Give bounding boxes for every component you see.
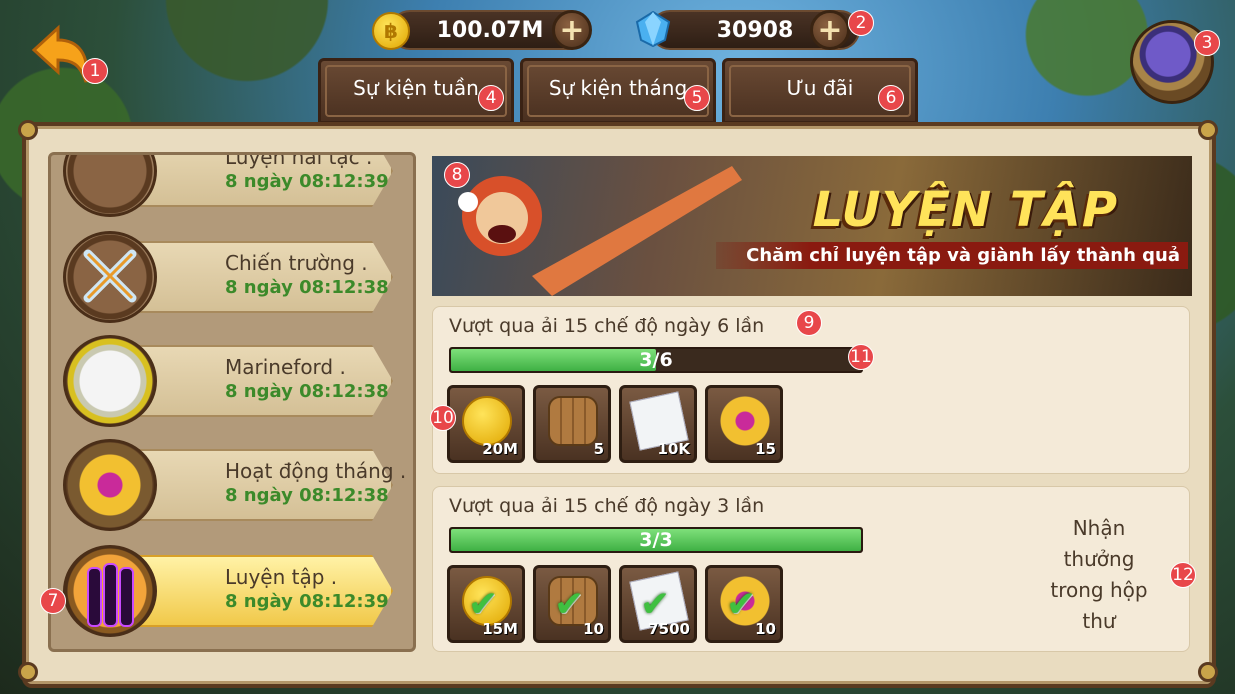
tab-offers-label: Ưu đãi — [786, 76, 854, 100]
event-time: 8 ngày 08:12:38 — [225, 277, 389, 298]
crossed-swords-icon — [63, 231, 157, 323]
reward-slot[interactable]: 5 — [533, 385, 611, 463]
reward-qty: 15 — [755, 440, 776, 458]
claimed-status-text: Nhận thưởng trong hộp thư — [1050, 516, 1148, 633]
crest-badge-icon — [720, 396, 770, 446]
event-time: 8 ngày 08:12:39 — [225, 171, 389, 192]
badge-8: 8 — [444, 162, 470, 188]
list-item-monthly-activity[interactable]: Hoạt động tháng . 8 ngày 08:12:38 — [61, 439, 407, 531]
event-name: Luyện hải tặc . — [225, 152, 373, 169]
reward-qty: 7500 — [648, 620, 690, 638]
event-time: 8 ngày 08:12:38 — [225, 485, 389, 506]
check-icon: ✔ — [726, 584, 757, 625]
event-time: 8 ngày 08:12:38 — [225, 381, 389, 402]
quest-progress-bar: 3/6 — [449, 347, 863, 373]
reward-qty: 10K — [657, 440, 691, 458]
badge-12: 12 — [1170, 562, 1196, 588]
badge-6: 6 — [878, 85, 904, 111]
list-item-pirate-training[interactable]: Luyện hải tặc . 8 ngày 08:12:39 — [61, 152, 407, 217]
tab-weekly-label: Sự kiện tuần — [353, 76, 479, 100]
barrel-icon — [548, 396, 598, 446]
list-item-marineford[interactable]: Marineford . 8 ngày 08:12:38 — [61, 335, 407, 427]
reward-qty: 20M — [482, 440, 518, 458]
badge-3: 3 — [1194, 30, 1220, 56]
check-icon: ✔ — [468, 584, 499, 625]
add-gems-button[interactable]: + — [810, 10, 850, 50]
gold-coin-icon — [462, 396, 512, 446]
list-item-training[interactable]: Luyện tập . 8 ngày 08:12:39 — [61, 545, 407, 637]
add-gold-button[interactable]: + — [552, 10, 592, 50]
reward-qty: 15M — [482, 620, 518, 638]
event-name: Hoạt động tháng . — [225, 459, 407, 483]
event-name: Marineford . — [225, 355, 346, 379]
progress-text: 3/3 — [639, 529, 673, 551]
reward-slot: ✔ 10 — [705, 565, 783, 643]
event-name: Chiến trường . — [225, 251, 368, 275]
frame-corner — [18, 662, 38, 682]
badge-11: 11 — [848, 344, 874, 370]
reward-slot[interactable]: 10K — [619, 385, 697, 463]
reward-slot: ✔ 7500 — [619, 565, 697, 643]
banner-title: LUYỆN TẬP — [812, 182, 1118, 238]
badge-5: 5 — [684, 85, 710, 111]
gold-coin-icon: ฿ — [372, 12, 410, 50]
quest-card-2: Vượt qua ải 15 chế độ ngày 3 lần 3/3 ✔ 1… — [432, 486, 1190, 652]
event-name: Luyện tập . — [225, 565, 338, 589]
reward-qty: 10 — [755, 620, 776, 638]
list-item-battlefield[interactable]: Chiến trường . 8 ngày 08:12:38 — [61, 231, 407, 323]
reward-qty: 10 — [583, 620, 604, 638]
quest-title: Vượt qua ải 15 chế độ ngày 3 lần — [449, 495, 765, 517]
progress-text: 3/6 — [639, 349, 673, 371]
banner-subtitle: Chăm chỉ luyện tập và giành lấy thành qu… — [716, 242, 1188, 269]
badge-4: 4 — [478, 85, 504, 111]
badge-7: 7 — [40, 588, 66, 614]
reward-slot: ✔ 10 — [533, 565, 611, 643]
badge-10: 10 — [430, 405, 456, 431]
reward-slot[interactable]: 15 — [705, 385, 783, 463]
frame-corner — [1198, 120, 1218, 140]
character-art-icon — [458, 166, 742, 296]
reward-slot: ✔ 15M — [447, 565, 525, 643]
event-time: 8 ngày 08:12:39 — [225, 591, 389, 612]
badge-9: 9 — [796, 310, 822, 336]
marine-coat-icon — [63, 335, 157, 427]
gem-icon — [635, 10, 671, 48]
reward-qty: 5 — [593, 440, 604, 458]
event-list[interactable]: Luyện hải tặc . 8 ngày 08:12:39 Chiến tr… — [48, 152, 416, 652]
pirate-avatar-icon — [63, 155, 157, 217]
badge-1: 1 — [82, 58, 108, 84]
event-banner: LUYỆN TẬP Chăm chỉ luyện tập và giành lấ… — [432, 156, 1192, 296]
crest-badge-icon — [63, 439, 157, 531]
reward-slot[interactable]: 20M — [447, 385, 525, 463]
frame-corner — [18, 120, 38, 140]
bottles-icon — [63, 545, 157, 637]
check-icon: ✔ — [640, 584, 671, 625]
check-icon: ✔ — [554, 584, 585, 625]
badge-2: 2 — [848, 10, 874, 36]
frame-corner — [1198, 662, 1218, 682]
quest-title: Vượt qua ải 15 chế độ ngày 6 lần — [449, 315, 765, 337]
quest-progress-bar: 3/3 — [449, 527, 863, 553]
tab-monthly-label: Sự kiện tháng — [548, 76, 688, 100]
